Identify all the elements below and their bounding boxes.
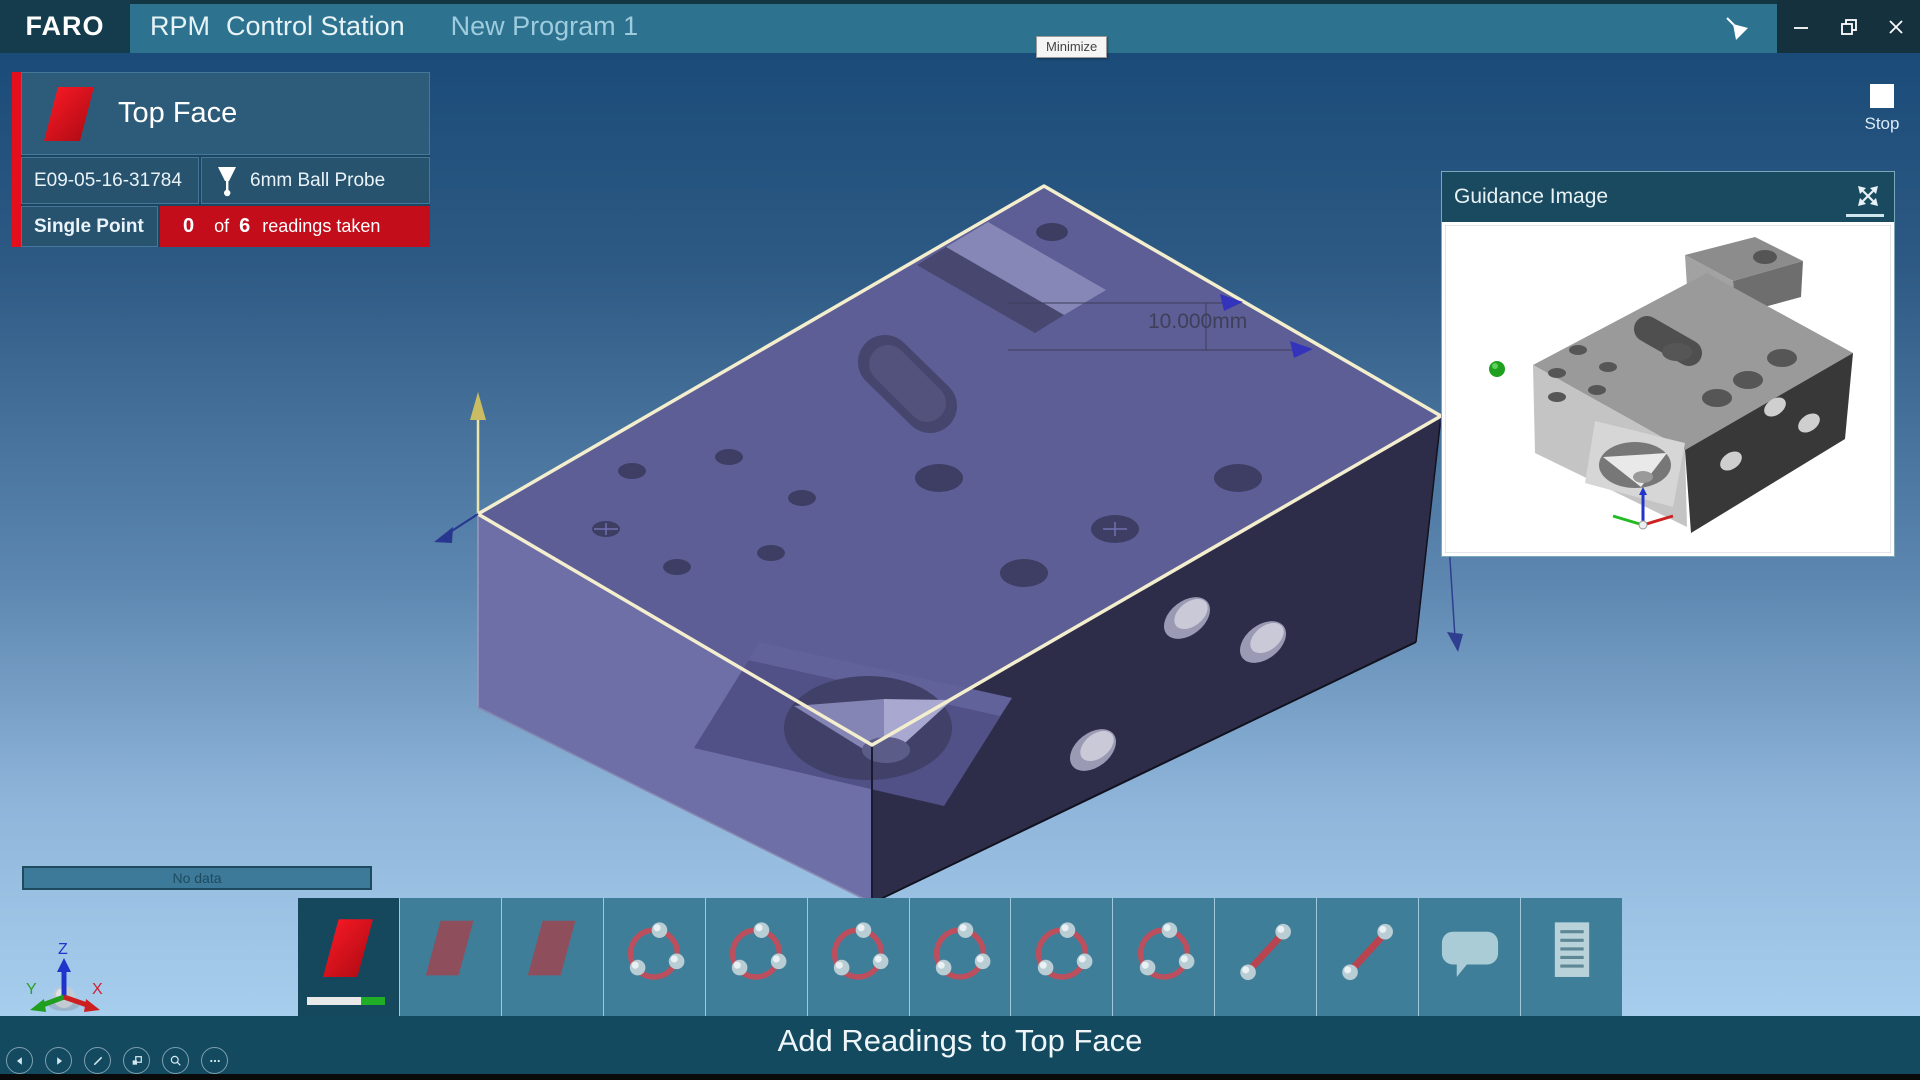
readings-status: 0 of 6 readings taken xyxy=(160,206,430,247)
plane-icon xyxy=(411,910,489,994)
ball-probe-icon xyxy=(216,165,238,197)
stop-button[interactable]: Stop xyxy=(1856,84,1908,134)
readings-taken: 0 xyxy=(183,215,194,237)
line-icon xyxy=(1227,910,1305,994)
faro-logo: FARO xyxy=(0,0,130,53)
feature-name: Top Face xyxy=(118,97,237,130)
toolbar-item-circle-5[interactable] xyxy=(1010,898,1112,1016)
registration-point xyxy=(1489,361,1505,377)
plane-feature-icon xyxy=(40,83,98,145)
toolbar-item-plane-2[interactable] xyxy=(399,898,501,1016)
app-title: RPM Control Station New Program 1 xyxy=(150,0,638,53)
restore-button[interactable] xyxy=(1825,0,1873,53)
guidance-title: Guidance Image xyxy=(1454,185,1608,209)
toolbar-item-circle-3[interactable] xyxy=(807,898,909,1016)
bottom-edge xyxy=(0,1074,1920,1080)
circle-icon xyxy=(615,910,693,994)
guidance-header: Guidance Image xyxy=(1442,172,1894,222)
plane-icon xyxy=(309,910,387,994)
toolbar-item-circle-1[interactable] xyxy=(603,898,705,1016)
probe-icon xyxy=(1722,13,1750,41)
guidance-panel: Guidance Image xyxy=(1441,171,1895,557)
panel-accent-stripe xyxy=(12,72,21,247)
readings-suffix: readings taken xyxy=(262,216,380,237)
toolbar-item-circle-6[interactable] xyxy=(1112,898,1214,1016)
document-title: New Program 1 xyxy=(451,11,639,42)
app-window: 10.000mm Z Y X No data xyxy=(0,0,1920,1080)
orientation-triad: Z Y X xyxy=(26,941,103,1012)
report-icon xyxy=(1533,910,1611,994)
no-data-progress: No data xyxy=(22,866,372,890)
status-bar: Add Readings to Top Face xyxy=(0,1016,1920,1074)
toolbar-item-plane-active[interactable] xyxy=(298,898,399,1016)
close-button[interactable] xyxy=(1872,0,1920,53)
axis-y-label: Y xyxy=(26,981,37,998)
mode-label: Single Point xyxy=(34,216,144,238)
machine-id: E09-05-16-31784 xyxy=(34,170,182,192)
circle-icon xyxy=(1125,910,1203,994)
guidance-part-render xyxy=(1445,225,1891,553)
toolbar-item-line-1[interactable] xyxy=(1214,898,1316,1016)
axis-x-label: X xyxy=(92,981,103,998)
plane-icon xyxy=(513,910,591,994)
feature-header: Top Face xyxy=(21,72,430,155)
expand-icon[interactable] xyxy=(1854,182,1882,210)
circle-icon xyxy=(717,910,795,994)
stop-label: Stop xyxy=(1856,114,1908,134)
mode-cell: Single Point xyxy=(21,206,158,247)
toolbar-item-plane-3[interactable] xyxy=(501,898,603,1016)
title-bar: FARO RPM Control Station New Program 1 xyxy=(0,0,1920,53)
feature-toolbar xyxy=(298,898,1622,1016)
circle-icon xyxy=(819,910,897,994)
comment-icon xyxy=(1431,910,1509,994)
circle-icon xyxy=(1023,910,1101,994)
dimension-label: 10.000mm xyxy=(1148,310,1247,333)
minimize-tooltip: Minimize xyxy=(1036,36,1107,58)
toolbar-item-comment[interactable] xyxy=(1418,898,1520,1016)
probe-name: 6mm Ball Probe xyxy=(250,170,385,192)
probe-cell: 6mm Ball Probe xyxy=(201,157,430,204)
circle-icon xyxy=(921,910,999,994)
toolbar-item-report[interactable] xyxy=(1520,898,1622,1016)
readings-total: 6 xyxy=(239,215,250,237)
feature-panel: Top Face E09-05-16-31784 6mm Ball Probe … xyxy=(12,72,430,247)
toolbar-item-circle-4[interactable] xyxy=(909,898,1011,1016)
item-progress-bar xyxy=(307,997,385,1005)
stop-icon xyxy=(1870,84,1894,108)
line-icon xyxy=(1329,910,1407,994)
app-suffix: Control Station xyxy=(226,11,405,42)
no-data-label: No data xyxy=(172,870,221,886)
app-name: RPM xyxy=(150,11,210,42)
machine-id-cell: E09-05-16-31784 xyxy=(21,157,199,204)
minimize-button[interactable] xyxy=(1777,0,1825,53)
toolbar-item-circle-2[interactable] xyxy=(705,898,807,1016)
window-controls xyxy=(1777,0,1920,53)
status-title: Add Readings to Top Face xyxy=(0,1023,1920,1059)
guidance-image xyxy=(1442,222,1894,556)
axis-z-label: Z xyxy=(58,941,68,958)
of-label: of xyxy=(214,216,229,237)
toolbar-item-line-2[interactable] xyxy=(1316,898,1418,1016)
